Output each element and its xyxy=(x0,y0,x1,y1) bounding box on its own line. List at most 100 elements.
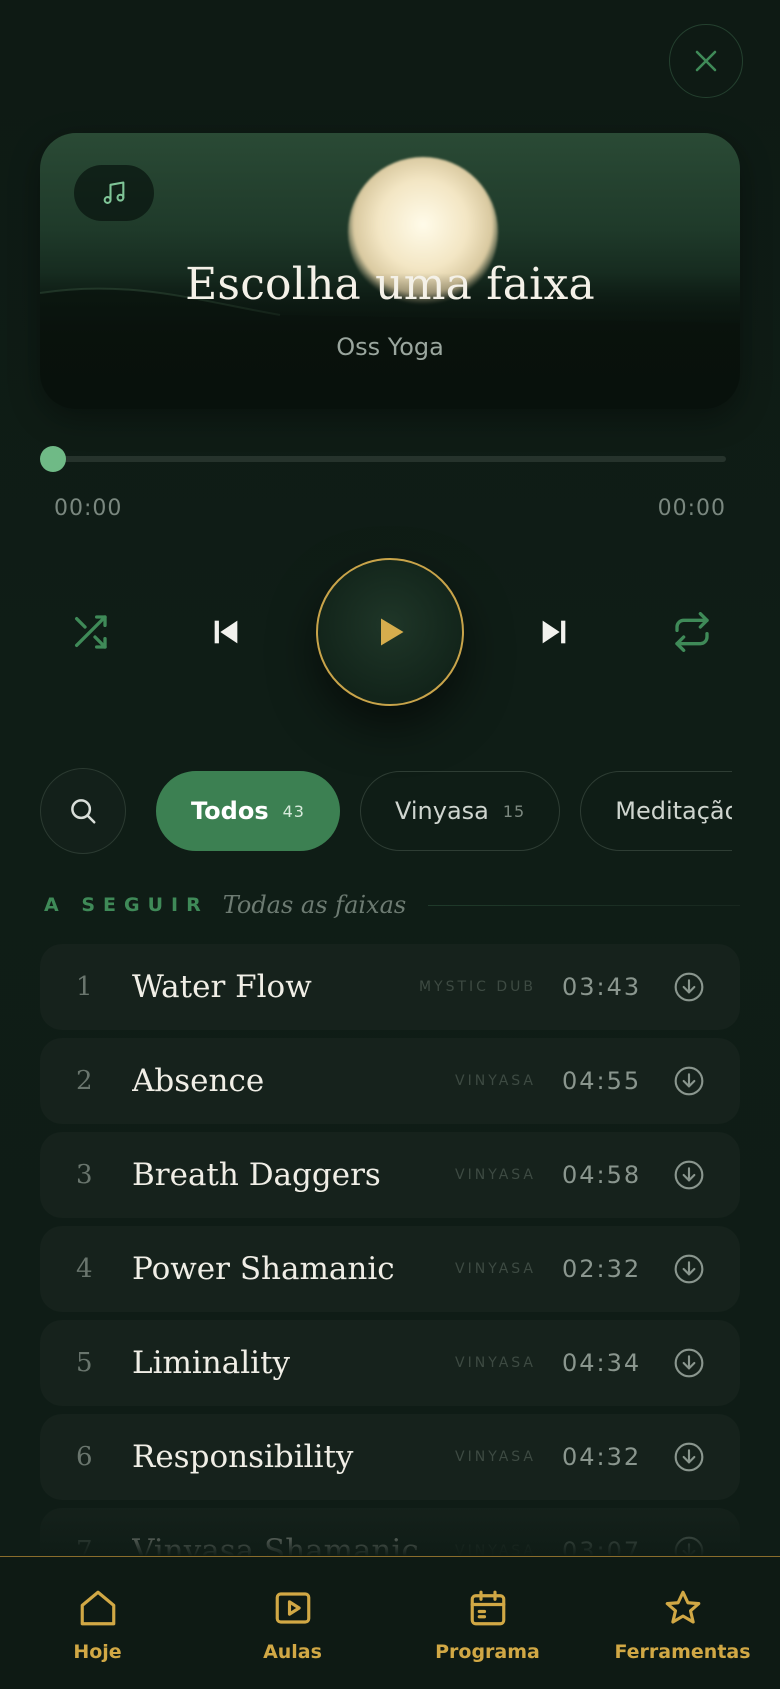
nav-label: Aulas xyxy=(263,1641,322,1663)
track-duration: 04:58 xyxy=(562,1161,642,1189)
track-row[interactable]: 5 Liminality VINYASA 04:34 xyxy=(40,1320,740,1406)
nav-item-programa[interactable]: Programa xyxy=(390,1557,585,1689)
track-genre: VINYASA xyxy=(455,1073,536,1089)
shuffle-button[interactable] xyxy=(66,612,114,652)
track-row[interactable]: 2 Absence VINYASA 04:55 xyxy=(40,1038,740,1124)
skip-back-icon xyxy=(214,620,238,644)
track-duration: 03:43 xyxy=(562,973,642,1001)
track-number: 3 xyxy=(76,1160,93,1190)
section-header: A SEGUIR Todas as faixas xyxy=(44,888,740,922)
chip-label: Todos xyxy=(191,797,269,825)
music-note-icon xyxy=(103,181,125,204)
track-duration: 04:34 xyxy=(562,1349,642,1377)
home-icon xyxy=(80,1590,115,1626)
track-title: Responsibility xyxy=(132,1439,354,1475)
close-icon xyxy=(695,50,717,72)
close-button[interactable] xyxy=(669,24,743,98)
nav-label: Hoje xyxy=(73,1641,122,1663)
track-genre: VINYASA xyxy=(455,1543,536,1556)
download-icon xyxy=(674,1536,704,1556)
chip-count: 15 xyxy=(502,801,526,821)
track-title: Breath Daggers xyxy=(132,1157,381,1193)
download-icon xyxy=(674,1066,704,1096)
track-number: 1 xyxy=(76,972,93,1002)
track-row[interactable]: 4 Power Shamanic VINYASA 02:32 xyxy=(40,1226,740,1312)
track-duration: 04:32 xyxy=(562,1443,642,1471)
download-icon xyxy=(674,1348,704,1378)
repeat-icon xyxy=(675,612,709,652)
chip-label: Meditação xyxy=(615,797,732,825)
skip-forward-icon xyxy=(542,620,566,644)
track-title: Liminality xyxy=(132,1345,291,1381)
track-duration: 03:07 xyxy=(562,1537,642,1556)
download-button[interactable] xyxy=(672,1064,706,1098)
nav-item-hoje[interactable]: Hoje xyxy=(0,1557,195,1689)
next-button[interactable] xyxy=(532,612,576,652)
filter-chips: Todos 43 Vinyasa 15 Meditação 1 xyxy=(156,771,732,853)
repeat-button[interactable] xyxy=(668,612,716,652)
previous-button[interactable] xyxy=(204,612,248,652)
star-icon xyxy=(665,1590,700,1624)
progress-handle[interactable] xyxy=(40,446,66,472)
total-time: 00:00 xyxy=(657,496,726,521)
download-icon xyxy=(674,1160,704,1190)
search-button[interactable] xyxy=(40,768,126,854)
download-button[interactable] xyxy=(672,1440,706,1474)
track-row[interactable]: 1 Water Flow MYSTIC DUB 03:43 xyxy=(40,944,740,1030)
track-number: 4 xyxy=(76,1254,93,1284)
filter-chip-vinyasa[interactable]: Vinyasa 15 xyxy=(359,771,561,851)
track-genre: VINYASA xyxy=(455,1449,536,1465)
chip-count: 43 xyxy=(282,801,305,821)
download-button[interactable] xyxy=(672,1534,706,1556)
section-subtitle: Todas as faixas xyxy=(222,891,407,919)
track-title: Vinyasa Shamanic xyxy=(132,1533,419,1556)
track-number: 6 xyxy=(76,1442,93,1472)
progress-bar[interactable] xyxy=(52,456,726,462)
track-list: 1 Water Flow MYSTIC DUB 03:43 2 Absence … xyxy=(40,944,740,1556)
calendar-icon xyxy=(470,1590,505,1626)
track-title: Power Shamanic xyxy=(132,1251,395,1287)
filter-chip-todos[interactable]: Todos 43 xyxy=(156,771,340,851)
nav-item-ferramentas[interactable]: Ferramentas xyxy=(585,1557,780,1689)
track-duration: 04:55 xyxy=(562,1067,642,1095)
track-number: 5 xyxy=(76,1348,93,1378)
track-title: Escolha uma faixa xyxy=(185,259,595,310)
shuffle-icon xyxy=(75,615,107,649)
track-row[interactable]: 6 Responsibility VINYASA 04:32 xyxy=(40,1414,740,1500)
track-row[interactable]: 7 Vinyasa Shamanic VINYASA 03:07 xyxy=(40,1508,740,1556)
track-title: Absence xyxy=(132,1063,265,1099)
track-duration: 02:32 xyxy=(562,1255,642,1283)
track-genre: VINYASA xyxy=(455,1167,536,1183)
section-kicker: A SEGUIR xyxy=(44,894,209,916)
download-icon xyxy=(674,1254,704,1284)
music-badge xyxy=(74,165,154,221)
track-title: Water Flow xyxy=(132,969,312,1005)
download-icon xyxy=(674,972,704,1002)
play-square-icon xyxy=(275,1592,310,1624)
track-number: 7 xyxy=(76,1536,93,1556)
current-time: 00:00 xyxy=(54,496,123,521)
track-genre: VINYASA xyxy=(455,1261,536,1277)
download-button[interactable] xyxy=(672,1252,706,1286)
play-icon xyxy=(381,618,404,646)
bottom-nav: Hoje Aulas Programa Ferramentas xyxy=(0,1556,780,1689)
now-playing-card: Escolha uma faixa Oss Yoga xyxy=(40,133,740,409)
nav-label: Programa xyxy=(435,1641,540,1663)
download-icon xyxy=(674,1442,704,1472)
filter-chip-meditacao[interactable]: Meditação 1 xyxy=(580,771,732,851)
play-button[interactable] xyxy=(316,558,464,706)
track-row[interactable]: 3 Breath Daggers VINYASA 04:58 xyxy=(40,1132,740,1218)
nav-item-aulas[interactable]: Aulas xyxy=(195,1557,390,1689)
section-divider xyxy=(428,904,740,906)
artist-name: Oss Yoga xyxy=(336,333,444,361)
chip-label: Vinyasa xyxy=(394,797,489,825)
nav-label: Ferramentas xyxy=(614,1641,751,1663)
download-button[interactable] xyxy=(672,1346,706,1380)
track-number: 2 xyxy=(76,1066,93,1096)
track-genre: VINYASA xyxy=(455,1355,536,1371)
track-genre: MYSTIC DUB xyxy=(418,979,536,995)
download-button[interactable] xyxy=(672,970,706,1004)
search-icon xyxy=(71,799,96,824)
player-screen: Escolha uma faixa Oss Yoga 00:00 00:00 T… xyxy=(0,0,780,1689)
download-button[interactable] xyxy=(672,1158,706,1192)
